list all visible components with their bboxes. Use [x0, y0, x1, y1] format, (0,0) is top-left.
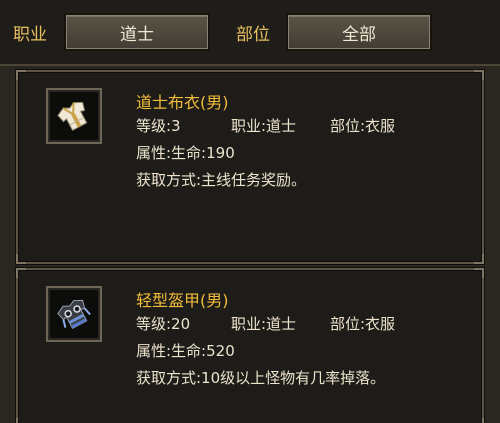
item-attribute: 属性:生命:520 — [136, 342, 235, 360]
item-level: 等级:20 — [136, 315, 191, 333]
item-slot: 部位:衣服 — [330, 117, 396, 135]
light-armor-icon — [57, 299, 91, 330]
equipment-card[interactable]: 轻型盔甲(男) 等级:20 职业:道士 部位:衣服 属性:生命:520 获取方式… — [16, 268, 484, 423]
item-level: 等级:3 — [136, 117, 181, 135]
card-corner — [474, 418, 484, 423]
card-corner — [474, 70, 484, 80]
filter-bar: 职业 道士 部位 全部 — [0, 0, 500, 64]
card-corner — [16, 268, 26, 278]
item-name: 道士布衣(男) — [136, 93, 229, 112]
equipment-card[interactable]: 道士布衣(男) 等级:3 职业:道士 部位:衣服 属性:生命:190 获取方式:… — [16, 70, 484, 264]
item-source: 获取方式:10级以上怪物有几率掉落。 — [136, 369, 386, 387]
item-job: 职业:道士 — [231, 117, 297, 135]
item-icon-slot[interactable] — [46, 88, 102, 144]
slot-filter-label: 部位 — [236, 25, 270, 45]
item-job: 职业:道士 — [231, 315, 297, 333]
item-attribute: 属性:生命:190 — [136, 144, 235, 162]
card-corner — [16, 254, 26, 264]
item-slot: 部位:衣服 — [330, 315, 396, 333]
card-corner — [16, 418, 26, 423]
taoist-robe-icon — [57, 101, 88, 132]
job-filter-button[interactable]: 道士 — [64, 13, 210, 51]
item-source: 获取方式:主线任务奖励。 — [136, 171, 307, 189]
slot-filter-button[interactable]: 全部 — [286, 13, 432, 51]
card-corner — [474, 268, 484, 278]
card-corner — [474, 254, 484, 264]
card-corner — [16, 70, 26, 80]
item-name: 轻型盔甲(男) — [136, 291, 229, 310]
job-filter-label: 职业 — [13, 25, 47, 45]
item-icon-slot[interactable] — [46, 286, 102, 342]
equipment-list[interactable]: 道士布衣(男) 等级:3 职业:道士 部位:衣服 属性:生命:190 获取方式:… — [0, 64, 500, 423]
